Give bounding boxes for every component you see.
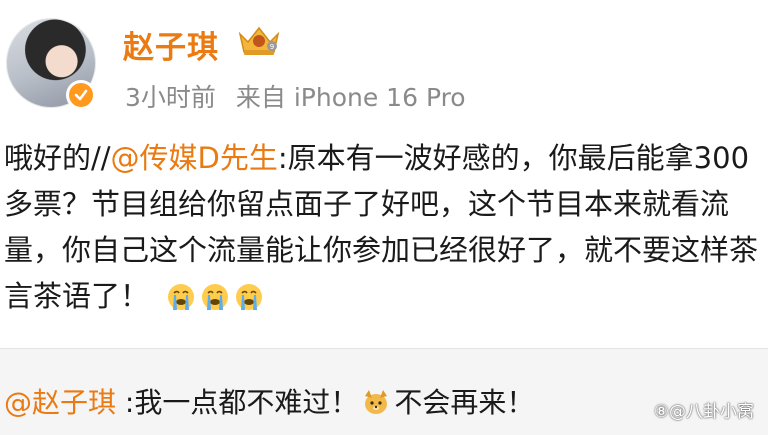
post-meta: 3小时前 来自 iPhone 16 Pro bbox=[125, 78, 466, 114]
repost-section[interactable]: @赵子琪 :我一点都不难过！ 不会再来！ bbox=[0, 349, 768, 435]
emoji-group bbox=[166, 282, 264, 312]
weibo-post: 赵子琪 9 3小时前 来自 iPhone 16 Pro 哦好的//@传媒D先生:原… bbox=[0, 0, 768, 348]
crown-icon[interactable]: 9 bbox=[236, 22, 282, 58]
mention-link[interactable]: @传媒D先生 bbox=[111, 141, 278, 175]
dog-emoji-icon bbox=[365, 390, 388, 414]
crying-emoji-icon bbox=[236, 284, 263, 310]
watermark: ⑧@八卦小窝 bbox=[653, 402, 754, 422]
content-lead: 哦好的// bbox=[4, 141, 111, 175]
repost-text-after: 不会再来！ bbox=[394, 386, 535, 419]
crying-emoji-icon bbox=[168, 284, 195, 310]
post-content: 哦好的//@传媒D先生:原本有一波好感的，你最后能拿300多票？节目组给你留点面… bbox=[4, 135, 764, 319]
repost-text: @赵子琪 :我一点都不难过！ 不会再来！ bbox=[4, 381, 534, 421]
post-time: 3小时前 bbox=[125, 83, 216, 112]
svg-text:9: 9 bbox=[270, 43, 274, 51]
avatar-container[interactable] bbox=[6, 18, 96, 110]
crying-emoji-icon bbox=[202, 284, 229, 310]
post-source: 来自 iPhone 16 Pro bbox=[235, 83, 466, 112]
repost-text-before: :我一点都不难过！ bbox=[116, 386, 359, 419]
verified-icon bbox=[66, 80, 96, 110]
username[interactable]: 赵子琪 bbox=[123, 22, 219, 67]
repost-mention-link[interactable]: @赵子琪 bbox=[4, 386, 116, 419]
